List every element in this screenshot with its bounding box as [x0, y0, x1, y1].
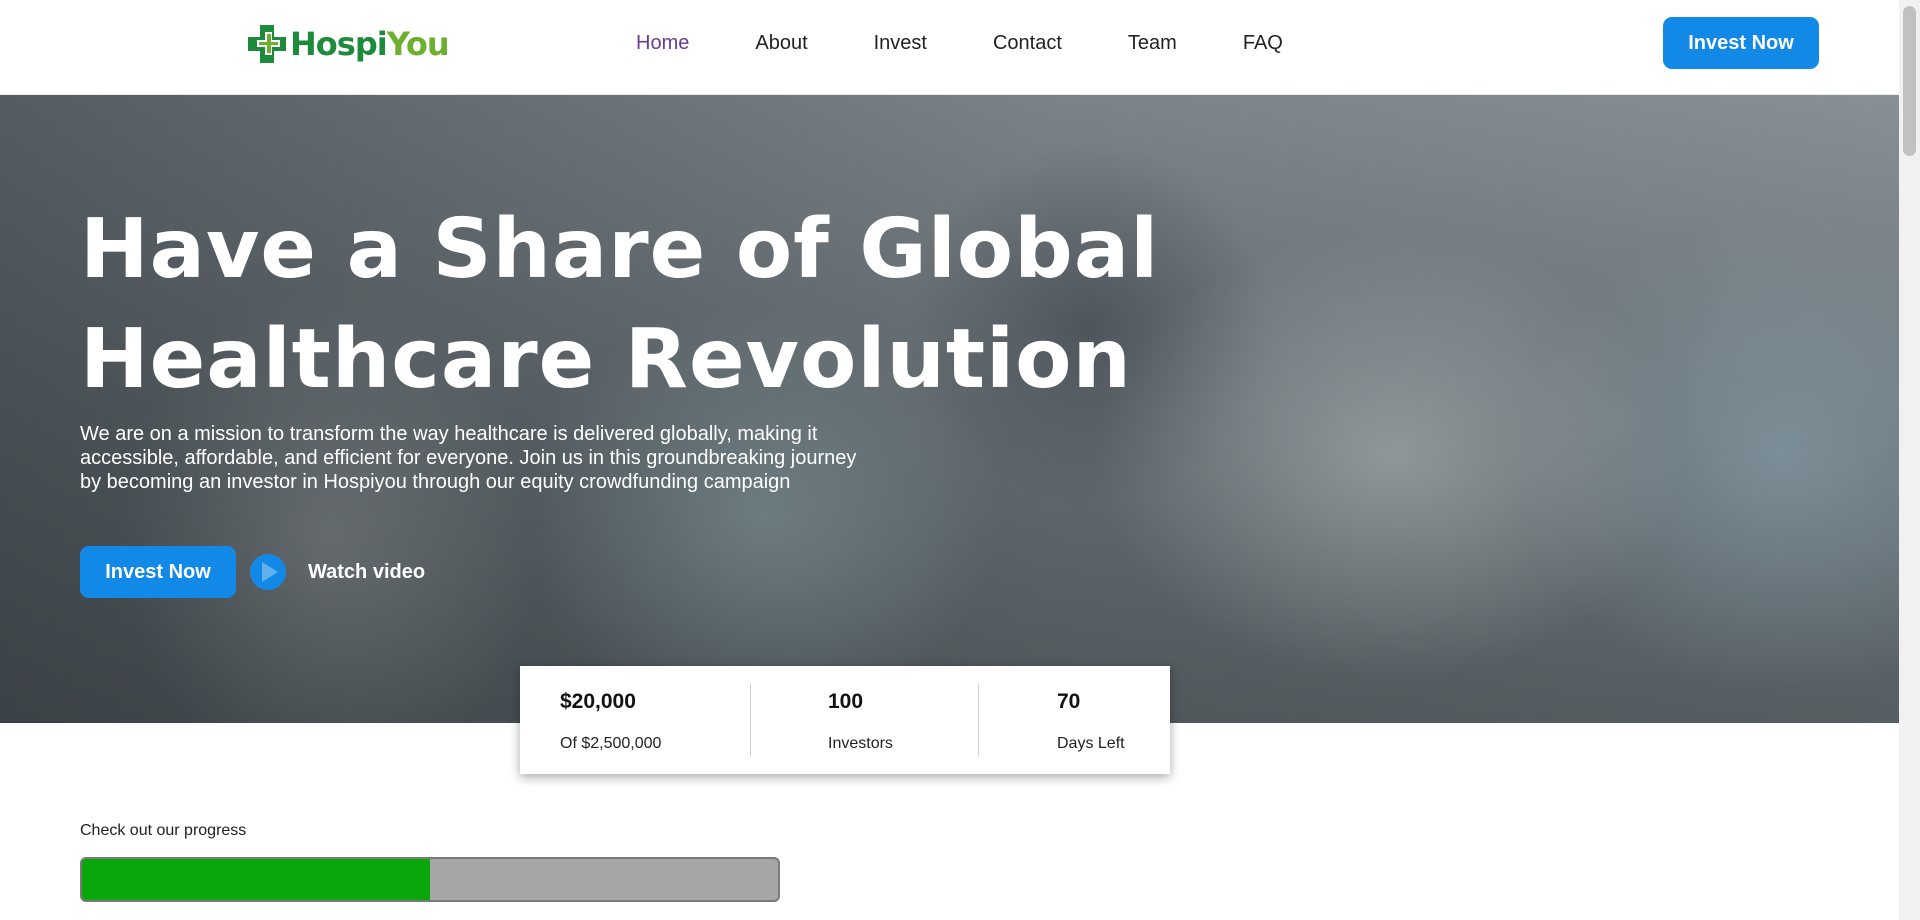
brand-name-part2: You [386, 25, 450, 63]
hero-invest-now-button[interactable]: Invest Now [80, 546, 236, 598]
brand-name: HospiYou [290, 25, 450, 63]
stat-days-left-label: Days Left [1057, 735, 1125, 752]
main-nav: Home About Invest Contact Team FAQ [636, 30, 1349, 56]
nav-item-about[interactable]: About [755, 30, 807, 56]
brand-logo[interactable]: HospiYou [246, 19, 450, 69]
stat-days-left: 70 Days Left [978, 666, 1170, 774]
nav-item-contact[interactable]: Contact [993, 30, 1062, 56]
watch-video-label: Watch video [308, 560, 426, 583]
stat-raised: $20,000 Of $2,500,000 [520, 666, 750, 774]
stat-raised-label: Of $2,500,000 [560, 735, 662, 752]
hero-section: Have a Share of Global Healthcare Revolut… [0, 95, 1899, 723]
header-invest-now-button[interactable]: Invest Now [1663, 17, 1819, 69]
page-scrollbar[interactable] [1899, 0, 1920, 920]
medical-cross-logo-icon [248, 25, 286, 63]
brand-name-part1: Hospi [290, 25, 388, 63]
hero-title-line1: Have a Share of Global [80, 202, 1160, 297]
stat-raised-value: $20,000 [560, 690, 636, 713]
funding-progress-bar [80, 857, 780, 902]
hero-title-line2: Healthcare Revolution [80, 312, 1132, 407]
nav-item-home[interactable]: Home [636, 30, 689, 56]
hero-description: We are on a mission to transform the way… [80, 423, 857, 493]
stat-investors-value: 100 [828, 690, 864, 713]
stat-days-left-value: 70 [1057, 690, 1081, 713]
progress-label: Check out our progress [80, 822, 247, 839]
scrollbar-thumb[interactable] [1903, 6, 1916, 156]
nav-item-team[interactable]: Team [1128, 30, 1177, 56]
campaign-stats-card: $20,000 Of $2,500,000 100 Investors 70 D… [520, 666, 1170, 774]
hero-title: Have a Share of Global Healthcare Revolut… [80, 195, 1280, 415]
watch-video-link[interactable]: Watch video [250, 551, 425, 593]
stat-investors-label: Investors [828, 735, 893, 752]
funding-progress-fill [82, 859, 430, 900]
nav-item-invest[interactable]: Invest [874, 30, 927, 56]
stat-investors: 100 Investors [750, 666, 978, 774]
nav-item-faq[interactable]: FAQ [1243, 30, 1283, 56]
play-icon [250, 554, 286, 590]
site-header: HospiYou Home About Invest Contact Team … [0, 0, 1899, 95]
